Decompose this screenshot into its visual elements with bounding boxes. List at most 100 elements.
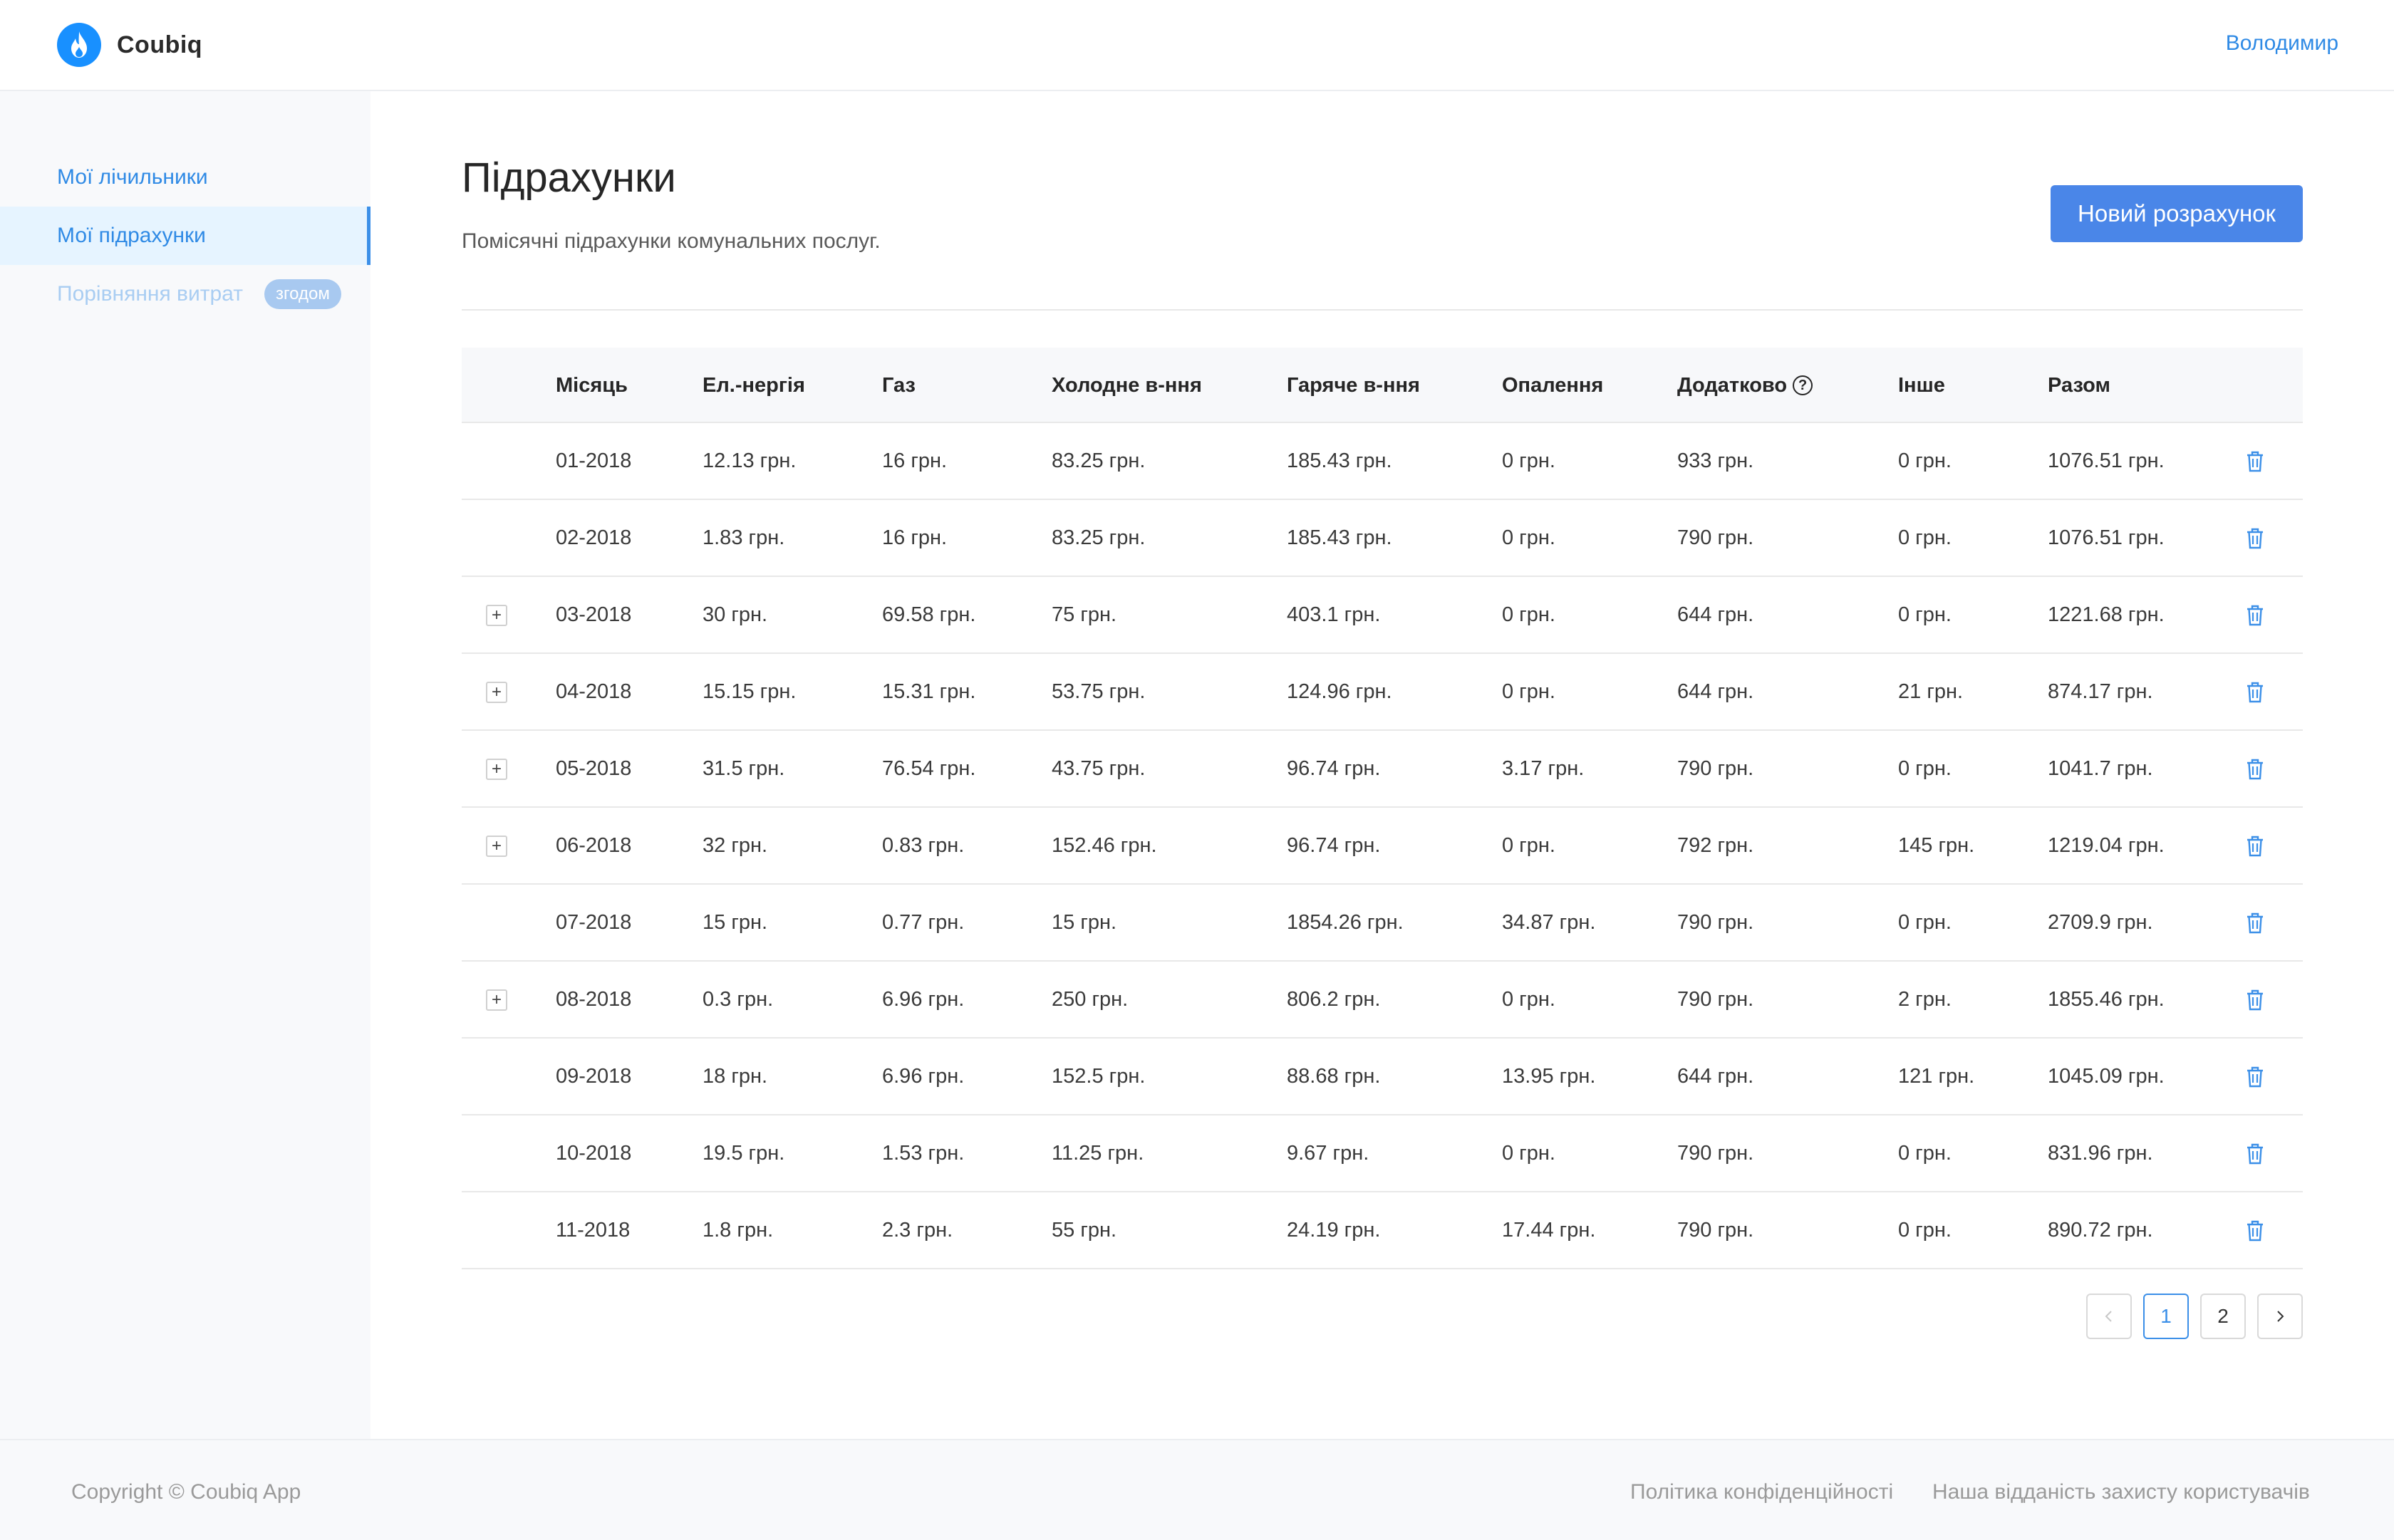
cell-gas: 16 грн. [882,449,948,472]
cell-total: 890.72 грн. [2048,1218,2153,1242]
cell-cold-water: 11.25 грн. [1052,1141,1144,1165]
sidebar-item-meters[interactable]: Мої лічильники [0,148,370,207]
sidebar-item-label: Мої лічильники [57,165,208,189]
user-menu-link[interactable]: Володимир [2226,31,2338,56]
trash-icon[interactable] [2244,835,2266,858]
privacy-policy-link[interactable]: Політика конфіденційності [1630,1480,1893,1504]
table-row: 10-2018 19.5 грн. 1.53 грн. 11.25 грн. 9.67 … [462,1115,2303,1192]
cell-total: 2709.9 грн. [2048,910,2153,934]
cell-month: 01-2018 [556,449,632,472]
cell-extra: 790 грн. [1677,987,1754,1011]
cell-extra: 790 грн. [1677,756,1754,780]
table-row: +08-2018 0.3 грн. 6.96 грн. 250 грн. 806.2 г… [462,962,2303,1039]
pagination-next[interactable] [2257,1294,2303,1339]
cell-extra: 790 грн. [1677,910,1754,934]
cell-other: 2 грн. [1898,987,1952,1011]
column-header-gas[interactable]: Газ [882,348,916,423]
column-header-heating[interactable]: Опалення [1502,348,1603,423]
footer: Copyright © Coubiq App Політика конфіден… [0,1439,2394,1540]
cell-other: 121 грн. [1898,1064,1975,1088]
cell-gas: 69.58 грн. [882,603,976,626]
cell-other: 0 грн. [1898,1141,1952,1165]
cell-gas: 0.83 грн. [882,833,965,857]
plus-square-icon[interactable]: + [486,682,507,703]
cell-gas: 6.96 грн. [882,987,965,1011]
cell-hot-water: 88.68 грн. [1287,1064,1381,1088]
trash-icon[interactable] [2244,604,2266,627]
trash-icon[interactable] [2244,450,2266,473]
pagination-prev [2086,1294,2132,1339]
cell-cold-water: 53.75 грн. [1052,680,1146,703]
trash-icon[interactable] [2244,912,2266,935]
pagination-page-2[interactable]: 2 [2200,1294,2246,1339]
sidebar-item-calculations[interactable]: Мої підрахунки [0,207,370,265]
trash-icon[interactable] [2244,989,2266,1011]
question-circle-icon[interactable]: ? [1793,375,1813,395]
trash-icon[interactable] [2244,527,2266,550]
trash-icon[interactable] [2244,758,2266,781]
trash-icon[interactable] [2244,1066,2266,1088]
cell-cold-water: 83.25 грн. [1052,449,1146,472]
cell-other: 0 грн. [1898,910,1952,934]
cell-heating: 0 грн. [1502,833,1555,857]
trash-icon[interactable] [2244,1143,2266,1165]
chevron-right-icon [2277,1311,2284,1322]
cell-extra: 790 грн. [1677,526,1754,549]
cell-heating: 13.95 грн. [1502,1064,1596,1088]
cell-gas: 0.77 грн. [882,910,965,934]
table-row: +06-2018 32 грн. 0.83 грн. 152.46 грн. 96.74… [462,808,2303,885]
cell-gas: 1.53 грн. [882,1141,965,1165]
column-header-cold-water[interactable]: Холодне в-ння [1052,348,1202,423]
cell-total: 1041.7 грн. [2048,756,2153,780]
cell-hot-water: 124.96 грн. [1287,680,1392,703]
cell-heating: 0 грн. [1502,449,1555,472]
chevron-left-icon [2105,1311,2112,1322]
column-header-month[interactable]: Місяць [556,348,628,423]
plus-square-icon[interactable]: + [486,989,507,1011]
new-calculation-button[interactable]: Новий розрахунок [2051,185,2303,242]
cell-other: 0 грн. [1898,756,1952,780]
cell-total: 1076.51 грн. [2048,526,2165,549]
cell-electricity: 32 грн. [703,833,768,857]
column-header-electricity[interactable]: Ел.-нергія [703,348,805,423]
column-header-other[interactable]: Інше [1898,348,1945,423]
cell-gas: 15.31 грн. [882,680,976,703]
cell-total: 1045.09 грн. [2048,1064,2165,1088]
cell-gas: 76.54 грн. [882,756,976,780]
cell-extra: 790 грн. [1677,1218,1754,1242]
cell-heating: 17.44 грн. [1502,1218,1596,1242]
flame-icon [57,23,101,67]
sidebar-item-comparison: Порівняння витрат згодом [0,265,370,323]
cell-month: 02-2018 [556,526,632,549]
column-header-hot-water[interactable]: Гаряче в-ння [1287,348,1420,423]
column-header-total[interactable]: Разом [2048,348,2110,423]
plus-square-icon[interactable]: + [486,836,507,857]
brand-name: Coubiq [117,31,203,58]
trash-icon[interactable] [2244,681,2266,704]
cell-hot-water: 806.2 грн. [1287,987,1381,1011]
cell-hot-water: 96.74 грн. [1287,833,1381,857]
cell-cold-water: 152.46 грн. [1052,833,1157,857]
table-row: +03-2018 30 грн. 69.58 грн. 75 грн. 403.1 гр… [462,577,2303,654]
user-protection-link[interactable]: Наша відданість захисту користувачів [1932,1480,2310,1504]
cell-electricity: 15.15 грн. [703,680,797,703]
trash-icon[interactable] [2244,1219,2266,1242]
brand-logo[interactable]: Coubiq [57,23,202,67]
table-row: +05-2018 31.5 грн. 76.54 грн. 43.75 грн. 96.… [462,731,2303,808]
cell-electricity: 1.83 грн. [703,526,785,549]
cell-heating: 0 грн. [1502,526,1555,549]
divider [462,309,2303,311]
pagination-page-1[interactable]: 1 [2143,1294,2189,1339]
plus-square-icon[interactable]: + [486,605,507,626]
cell-electricity: 31.5 грн. [703,756,785,780]
cell-month: 05-2018 [556,756,632,780]
cell-extra: 790 грн. [1677,1141,1754,1165]
cell-total: 1855.46 грн. [2048,987,2165,1011]
cell-total: 1221.68 грн. [2048,603,2165,626]
column-header-extra[interactable]: Додатково ? [1677,348,1813,423]
cell-cold-water: 15 грн. [1052,910,1117,934]
cell-gas: 6.96 грн. [882,1064,965,1088]
table-row: 07-2018 15 грн. 0.77 грн. 15 грн. 1854.26 гр… [462,885,2303,962]
cell-month: 11-2018 [556,1218,631,1242]
plus-square-icon[interactable]: + [486,759,507,780]
